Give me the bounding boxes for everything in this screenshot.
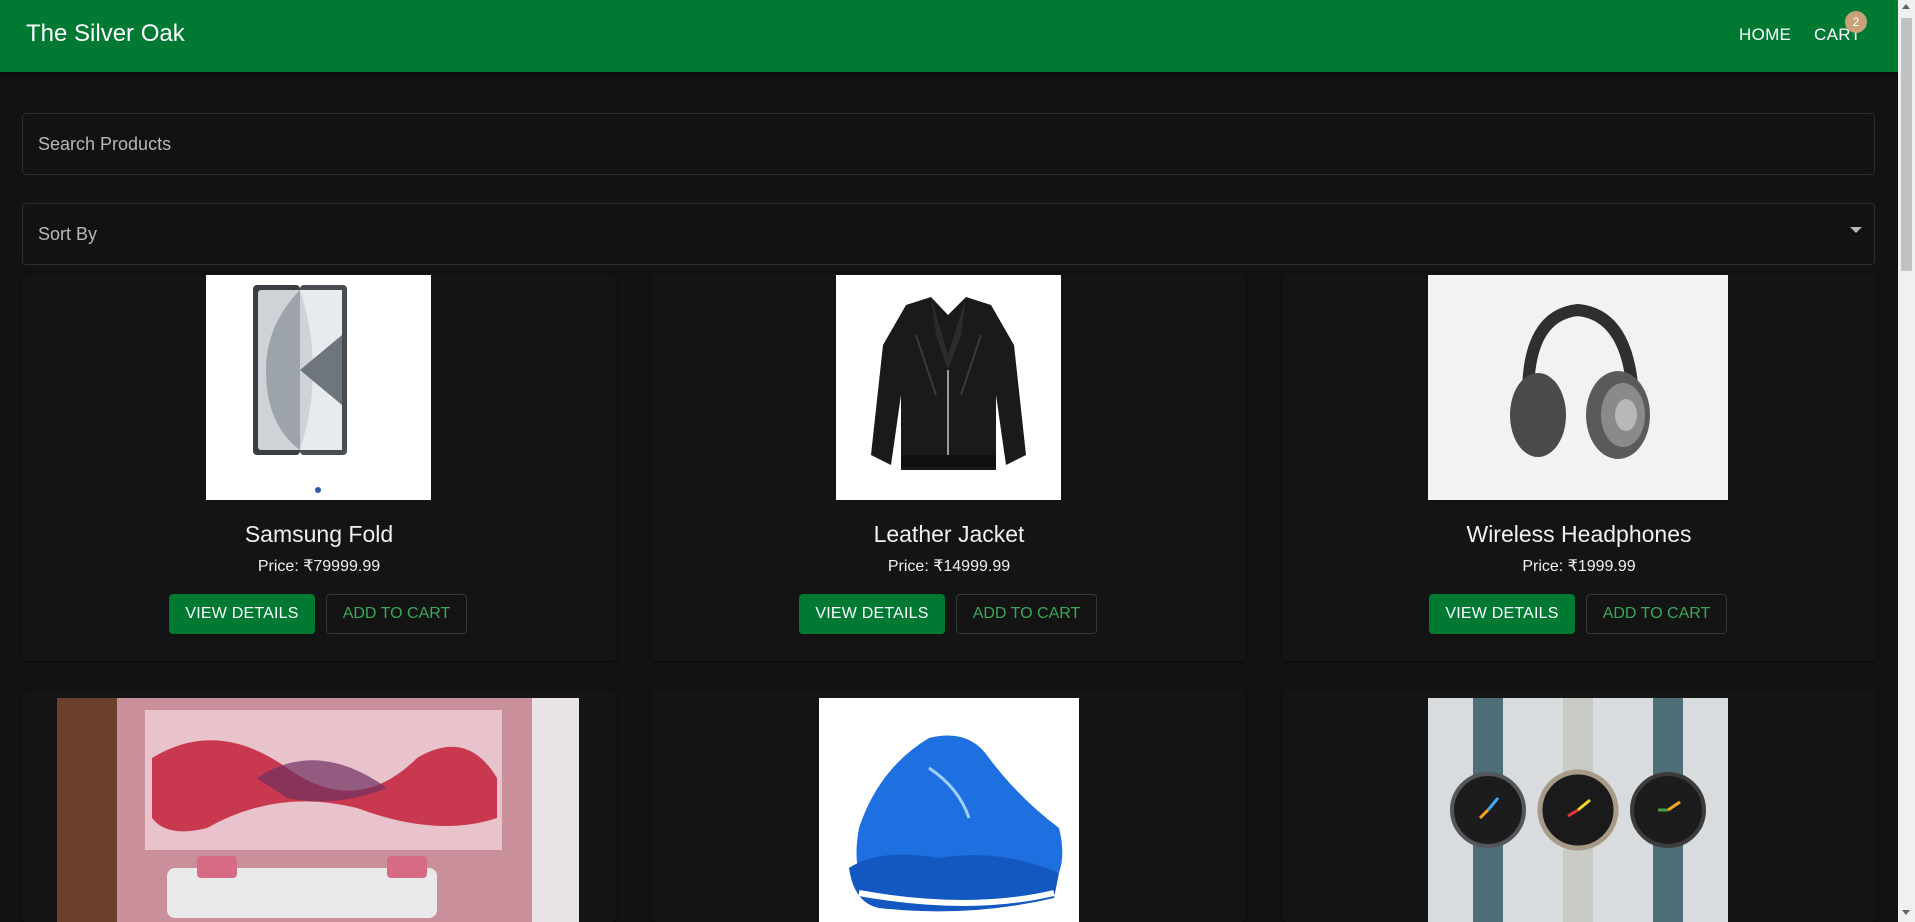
product-image[interactable]: [206, 275, 431, 500]
brand-title[interactable]: The Silver Oak: [26, 20, 185, 48]
scroll-up-icon[interactable]: [1902, 4, 1910, 9]
view-details-button[interactable]: VIEW DETAILS: [169, 594, 315, 634]
product-card: Wireless Headphones Price: ₹1999.99 VIEW…: [1282, 274, 1876, 661]
product-price: Price: ₹79999.99: [257, 558, 381, 575]
product-card: Samsung Fold Price: ₹79999.99 VIEW DETAI…: [22, 274, 616, 661]
product-card: [1282, 690, 1876, 922]
product-card: [652, 690, 1246, 922]
wall-art-image: [57, 698, 579, 922]
product-price: Price: ₹14999.99: [887, 558, 1011, 575]
sort-select[interactable]: Sort By: [22, 203, 1875, 265]
app-bar: The Silver Oak HOME CART 2: [0, 0, 1898, 72]
product-card: Leather Jacket Price: ₹14999.99 VIEW DET…: [652, 274, 1246, 661]
product-image[interactable]: [57, 698, 579, 922]
product-image[interactable]: [1428, 698, 1728, 922]
cart-count-badge: 2: [1845, 11, 1867, 33]
product-image[interactable]: [836, 275, 1061, 500]
product-name: Leather Jacket: [873, 521, 1025, 547]
add-to-cart-button[interactable]: ADD TO CART: [326, 594, 467, 634]
product-name: Samsung Fold: [244, 521, 394, 547]
sort-label: Sort By: [38, 224, 98, 244]
phone-image: [253, 285, 347, 493]
nav-home-link[interactable]: HOME: [1739, 25, 1791, 45]
headphones-image: [1510, 303, 1650, 459]
add-to-cart-button[interactable]: ADD TO CART: [1586, 594, 1727, 634]
chevron-down-icon: [1850, 227, 1862, 233]
jacket-image: [871, 297, 1026, 470]
search-field[interactable]: [22, 113, 1875, 175]
scroll-down-icon[interactable]: [1902, 910, 1910, 915]
product-image[interactable]: [1428, 275, 1728, 500]
product-image[interactable]: [819, 698, 1079, 922]
add-to-cart-button[interactable]: ADD TO CART: [956, 594, 1097, 634]
smartwatches-image: [1450, 698, 1706, 922]
sneakers-image: [849, 735, 1063, 912]
product-card: [22, 690, 616, 922]
product-name: Wireless Headphones: [1466, 521, 1692, 547]
scrollbar-thumb[interactable]: [1901, 18, 1912, 271]
search-input[interactable]: [23, 114, 1874, 174]
view-details-button[interactable]: VIEW DETAILS: [1429, 594, 1575, 634]
view-details-button[interactable]: VIEW DETAILS: [799, 594, 945, 634]
product-price: Price: ₹1999.99: [1522, 558, 1636, 575]
